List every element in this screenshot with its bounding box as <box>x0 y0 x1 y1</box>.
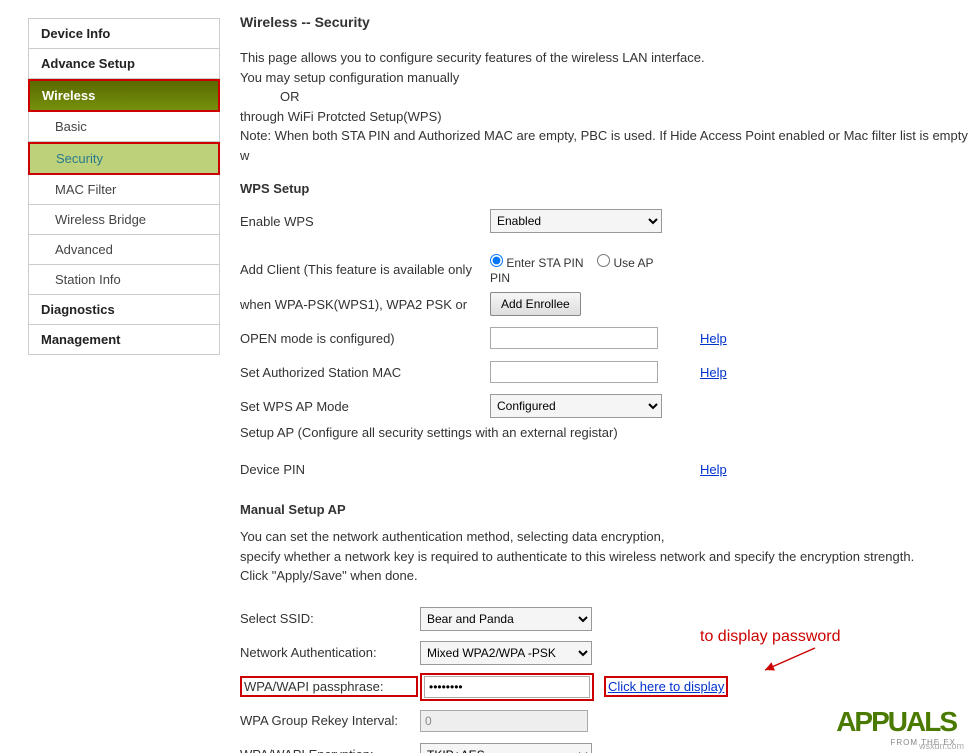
main-content: Wireless -- Security This page allows yo… <box>220 0 968 753</box>
wps-ap-mode-select[interactable]: Configured <box>490 394 662 418</box>
enable-wps-label: Enable WPS <box>240 214 490 229</box>
setup-ap-note: Setup AP (Configure all security setting… <box>240 425 968 440</box>
add-client-label-1: Add Client (This feature is available on… <box>240 262 490 277</box>
add-client-label-3: OPEN mode is configured) <box>240 331 490 346</box>
sidebar-item-device-info[interactable]: Device Info <box>28 19 220 49</box>
display-passphrase-link[interactable]: Click here to display <box>608 679 724 694</box>
sidebar-item-basic[interactable]: Basic <box>28 112 220 142</box>
help-link[interactable]: Help <box>700 365 727 380</box>
intro-note: Note: When both STA PIN and Authorized M… <box>240 126 968 165</box>
sidebar-item-wireless[interactable]: Wireless <box>28 79 220 112</box>
manual-heading: Manual Setup AP <box>240 502 968 517</box>
device-pin-label: Device PIN <box>240 462 490 477</box>
manual-desc: You can set the network authentication m… <box>240 527 968 586</box>
sidebar-item-advance-setup[interactable]: Advance Setup <box>28 49 220 79</box>
sidebar: Device Info Advance Setup Wireless Basic… <box>28 18 220 753</box>
wps-heading: WPS Setup <box>240 181 968 196</box>
help-link[interactable]: Help <box>700 331 727 346</box>
help-link[interactable]: Help <box>700 462 727 477</box>
ssid-label: Select SSID: <box>240 611 420 626</box>
sidebar-item-mac-filter[interactable]: MAC Filter <box>28 175 220 205</box>
encryption-label: WPA/WAPI Encryption: <box>240 747 420 753</box>
intro-or: OR <box>240 87 968 107</box>
intro-line: This page allows you to configure securi… <box>240 48 968 68</box>
sidebar-item-advanced[interactable]: Advanced <box>28 235 220 265</box>
add-client-label-2: when WPA-PSK(WPS1), WPA2 PSK or <box>240 297 490 312</box>
intro-line: You may setup configuration manually <box>240 68 968 88</box>
intro-text: This page allows you to configure securi… <box>240 48 968 165</box>
set-mac-label: Set Authorized Station MAC <box>240 365 490 380</box>
passphrase-label: WPA/WAPI passphrase: <box>244 679 383 694</box>
passphrase-input[interactable] <box>424 676 590 698</box>
annotation-arrow-icon <box>760 646 820 676</box>
enable-wps-select[interactable]: Enabled <box>490 209 662 233</box>
rekey-input[interactable] <box>420 710 588 732</box>
auth-label: Network Authentication: <box>240 645 420 660</box>
enrollee-input[interactable] <box>490 327 658 349</box>
sidebar-item-station-info[interactable]: Station Info <box>28 265 220 295</box>
sidebar-item-wireless-bridge[interactable]: Wireless Bridge <box>28 205 220 235</box>
page-title: Wireless -- Security <box>240 14 968 30</box>
radio-enter-sta-pin[interactable]: Enter STA PIN <box>490 256 583 270</box>
intro-line: through WiFi Protcted Setup(WPS) <box>240 107 968 127</box>
sidebar-item-security[interactable]: Security <box>28 142 220 175</box>
annotation-text: to display password <box>700 628 841 646</box>
encryption-select[interactable]: TKIP+AES <box>420 743 592 753</box>
logo-text: APPUALS <box>836 706 956 738</box>
authorized-mac-input[interactable] <box>490 361 658 383</box>
set-mode-label: Set WPS AP Mode <box>240 399 490 414</box>
add-enrollee-button[interactable]: Add Enrollee <box>490 292 581 316</box>
sidebar-item-management[interactable]: Management <box>28 325 220 355</box>
network-auth-select[interactable]: Mixed WPA2/WPA -PSK <box>420 641 592 665</box>
source-credit: wsxdn.com <box>919 741 964 751</box>
sidebar-item-diagnostics[interactable]: Diagnostics <box>28 295 220 325</box>
rekey-label: WPA Group Rekey Interval: <box>240 713 420 728</box>
ssid-select[interactable]: Bear and Panda <box>420 607 592 631</box>
